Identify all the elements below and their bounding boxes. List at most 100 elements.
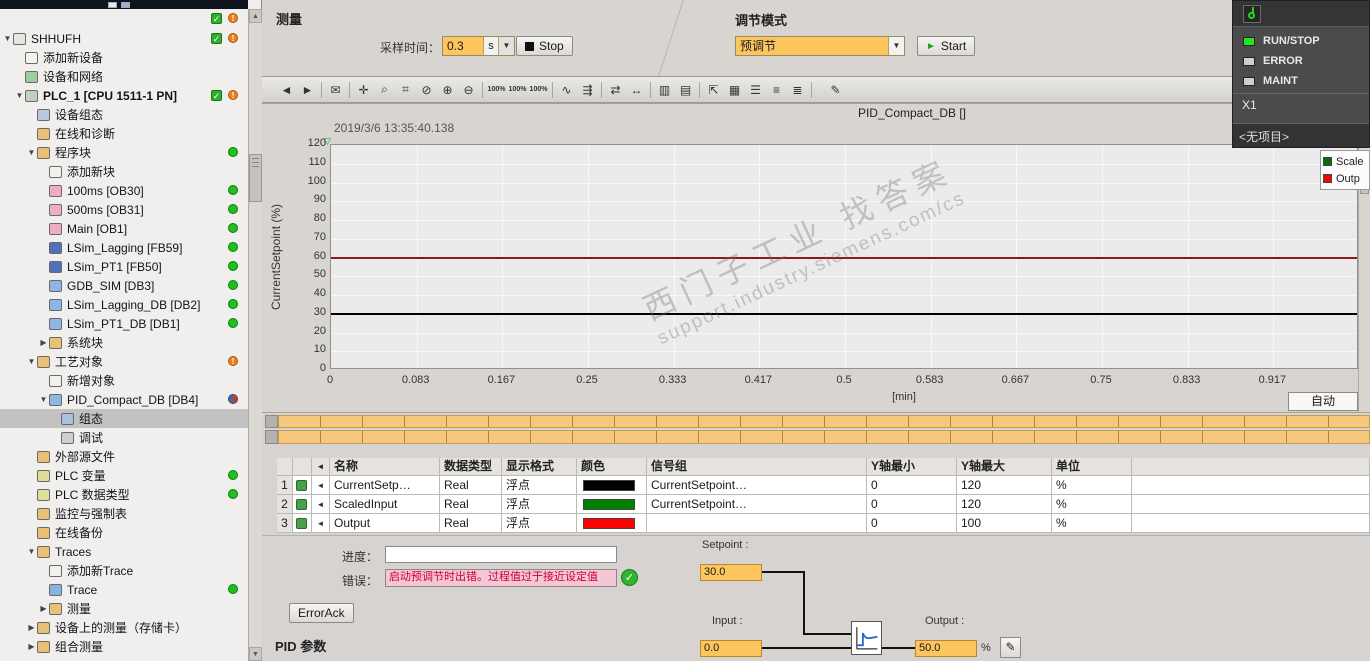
stretch-view-icon[interactable]: ↔ — [626, 79, 647, 100]
chevron-down-icon[interactable]: ▼ — [14, 91, 25, 100]
name-cell[interactable]: CurrentSetp… — [330, 476, 440, 495]
assign-arrow-icon[interactable]: ◄ — [312, 495, 330, 514]
tree-item[interactable]: ▶ 测量 — [0, 599, 248, 618]
assign-arrow-icon[interactable]: ◄ — [312, 476, 330, 495]
assign-arrow-icon[interactable]: ◄ — [312, 514, 330, 533]
chevron-down-icon[interactable]: ▼ — [888, 37, 904, 55]
tree-item[interactable]: ▶ 设备上的测量（存储卡） — [0, 618, 248, 637]
chevron-right-icon[interactable]: ▶ — [38, 604, 49, 613]
zoom-undo-icon[interactable]: ⊘ — [416, 79, 437, 100]
filler-cell[interactable] — [1132, 476, 1370, 495]
sample-mode-icon[interactable]: ⇶ — [577, 79, 598, 100]
chevron-down-icon[interactable]: ▼ — [498, 37, 514, 55]
table-row[interactable]: 3 ◄ Output Real 浮点 0 100% — [277, 514, 1370, 533]
tree-item[interactable]: ▶ 系统块 — [0, 333, 248, 352]
chevron-down-icon[interactable]: ▼ — [38, 395, 49, 404]
tree-item[interactable]: ▼ 程序块 — [0, 143, 248, 162]
pan-hand-icon[interactable]: ✛ — [353, 79, 374, 100]
color-cell[interactable] — [577, 514, 647, 533]
overview-bar-lower[interactable] — [278, 430, 1370, 444]
zoom-out-icon[interactable]: ⊖ — [458, 79, 479, 100]
column-header[interactable] — [293, 458, 312, 476]
overview-bar-upper[interactable] — [278, 415, 1370, 428]
align-left-icon[interactable]: ≡ — [766, 79, 787, 100]
color-swatch[interactable] — [583, 518, 635, 529]
legend-item[interactable]: Scale — [1323, 153, 1367, 170]
chevron-down-icon[interactable]: ▼ — [2, 34, 13, 43]
column-header[interactable]: ◄ — [312, 458, 330, 476]
tree-item[interactable]: 添加新设备 — [0, 48, 248, 67]
tree-item[interactable]: ▼ SHHUFH ✓! — [0, 29, 248, 48]
tree-item[interactable]: 新增对象 — [0, 371, 248, 390]
legend-toggle-icon[interactable]: ☰ — [745, 79, 766, 100]
tree-item[interactable]: LSim_Lagging_DB [DB2] — [0, 295, 248, 314]
format-cell[interactable]: 浮点 — [502, 476, 577, 495]
column-header[interactable]: 名称 — [330, 458, 440, 476]
unit-cell[interactable]: % — [1052, 495, 1132, 514]
back-icon[interactable]: ◄ — [276, 79, 297, 100]
ymax-cell[interactable]: 100 — [957, 514, 1052, 533]
signal-type-cell[interactable] — [293, 476, 312, 495]
column-header[interactable]: 信号组 — [647, 458, 867, 476]
datatype-cell[interactable]: Real — [440, 514, 502, 533]
tuning-mode-value[interactable]: 预调节 — [736, 37, 888, 55]
tree-item[interactable]: 添加新Trace — [0, 561, 248, 580]
overview-handle[interactable] — [265, 430, 278, 444]
export-icon[interactable]: ✉ — [325, 79, 346, 100]
horizontal-split-icon[interactable]: ▤ — [675, 79, 696, 100]
tree-item[interactable]: GDB_SIM [DB3] — [0, 276, 248, 295]
tree-item[interactable]: LSim_Lagging [FB59] — [0, 238, 248, 257]
chevron-right-icon[interactable]: ▶ — [26, 623, 37, 632]
datatype-cell[interactable]: Real — [440, 476, 502, 495]
power-icon[interactable] — [1243, 5, 1261, 23]
tree-item[interactable]: 添加新块 — [0, 162, 248, 181]
tuning-mode-combo[interactable]: 预调节 ▼ — [735, 36, 905, 56]
tree-item[interactable]: 设备组态 — [0, 105, 248, 124]
signal-type-cell[interactable] — [293, 495, 312, 514]
output-field[interactable]: 50.0 — [915, 640, 977, 657]
tree-item[interactable]: 在线备份 — [0, 523, 248, 542]
legend-item[interactable]: Outp — [1323, 170, 1367, 187]
no-project-bar[interactable]: <无项目> — [1233, 123, 1369, 147]
signal-type-cell[interactable] — [293, 514, 312, 533]
ymax-cell[interactable]: 120 — [957, 476, 1052, 495]
sampling-time-combo[interactable]: 0.3 s ▼ — [442, 36, 515, 56]
start-button[interactable]: ► Start — [917, 36, 976, 56]
tree-item[interactable]: 组态 — [0, 409, 248, 428]
input-field[interactable]: 0.0 — [700, 640, 762, 657]
stop-button[interactable]: Stop — [516, 36, 573, 56]
plot-area[interactable] — [330, 144, 1358, 369]
chevron-down-icon[interactable]: ▼ — [26, 547, 37, 556]
color-swatch[interactable] — [583, 480, 635, 491]
tree-item[interactable]: ▼ PLC_1 [CPU 1511-1 PN] ✓! — [0, 86, 248, 105]
name-cell[interactable]: Output — [330, 514, 440, 533]
tree-item[interactable]: 500ms [OB31] — [0, 200, 248, 219]
zoom-in-icon[interactable]: ⊕ — [437, 79, 458, 100]
scroll-down-icon[interactable]: ▼ — [249, 647, 262, 661]
column-header[interactable] — [1132, 458, 1370, 476]
unit-cell[interactable]: % — [1052, 514, 1132, 533]
column-header[interactable]: 显示格式 — [502, 458, 577, 476]
progress-field[interactable] — [385, 546, 617, 563]
tree-item[interactable]: 外部源文件 — [0, 447, 248, 466]
tree-item[interactable]: PLC 数据类型 — [0, 485, 248, 504]
tree-item[interactable]: LSim_PT1 [FB50] — [0, 257, 248, 276]
table-row[interactable]: 1 ◄ CurrentSetp… Real 浮点 CurrentSetpoint… 0 120… — [277, 476, 1370, 495]
tree-item[interactable]: ▶ 组合测量 — [0, 637, 248, 656]
zoom-select-icon[interactable]: ⌕ — [374, 79, 395, 100]
ymin-cell[interactable]: 0 — [867, 514, 957, 533]
move-view-icon[interactable]: ⇱ — [703, 79, 724, 100]
column-header[interactable] — [277, 458, 293, 476]
column-header[interactable]: Y轴最大 — [957, 458, 1052, 476]
tree-item[interactable]: 100ms [OB30] — [0, 181, 248, 200]
filler-cell[interactable] — [1132, 514, 1370, 533]
tree-item[interactable]: LSim_PT1_DB [DB1] — [0, 314, 248, 333]
format-cell[interactable]: 浮点 — [502, 495, 577, 514]
setpoint-field[interactable]: 30.0 — [700, 564, 762, 581]
tree-item[interactable]: Main [OB1] — [0, 219, 248, 238]
zoom-100-icon[interactable]: 100% — [486, 79, 507, 100]
chevron-right-icon[interactable]: ▶ — [26, 642, 37, 651]
column-header[interactable]: 单位 — [1052, 458, 1132, 476]
chevron-right-icon[interactable]: ▶ — [38, 338, 49, 347]
scrollbar-thumb[interactable] — [249, 154, 262, 202]
